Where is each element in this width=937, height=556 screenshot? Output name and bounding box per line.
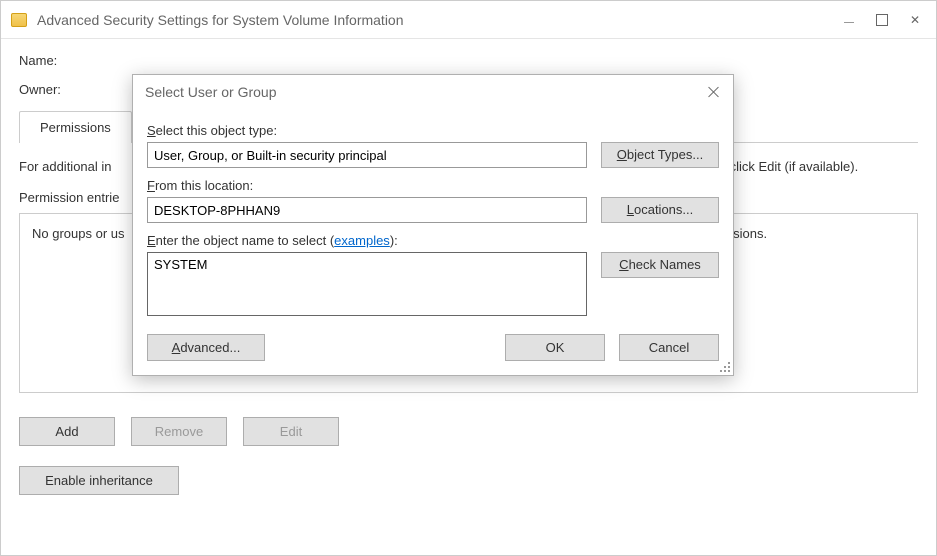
info-text-prefix: For additional in [19,159,112,174]
object-name-input[interactable] [147,252,587,316]
object-type-field[interactable] [147,142,587,168]
dialog-button-row: Advanced... OK Cancel [147,334,719,361]
resize-grip-icon[interactable] [718,360,730,372]
object-type-label-rest: elect this object type: [156,123,277,138]
dialog-titlebar[interactable]: Select User or Group [133,75,733,109]
dialog-close-button[interactable] [707,85,721,99]
folder-icon [11,13,27,27]
object-name-row: Check Names [147,252,719,316]
remove-button[interactable]: Remove [131,417,227,446]
examples-link[interactable]: examples [334,233,390,248]
name-label: Name: [19,53,129,68]
select-user-or-group-dialog: Select User or Group Select this object … [132,74,734,376]
tab-permissions[interactable]: Permissions [19,111,132,143]
object-types-button[interactable]: Object Types... [601,142,719,168]
location-field[interactable] [147,197,587,223]
location-label: From this location: [147,178,719,193]
parent-title: Advanced Security Settings for System Vo… [37,12,842,28]
location-row: Locations... [147,197,719,223]
object-type-label: Select this object type: [147,123,719,138]
enter-object-name-label: Enter the object name to select (example… [147,233,719,248]
permission-buttons-row: Add Remove Edit [19,417,918,446]
edit-button[interactable]: Edit [243,417,339,446]
minimize-button[interactable] [842,13,856,27]
parent-titlebar[interactable]: Advanced Security Settings for System Vo… [1,1,936,39]
ok-button[interactable]: OK [505,334,605,361]
locations-button[interactable]: Locations... [601,197,719,223]
enter-name-prefix: nter the object name to select [156,233,327,248]
add-button[interactable]: Add [19,417,115,446]
close-button[interactable] [908,13,922,27]
name-row: Name: [19,53,918,68]
enable-inheritance-button[interactable]: Enable inheritance [19,466,179,495]
cancel-button[interactable]: Cancel [619,334,719,361]
owner-label: Owner: [19,82,129,97]
dialog-title: Select User or Group [145,84,707,100]
maximize-button[interactable] [876,14,888,26]
dialog-body: Select this object type: Object Types...… [133,109,733,375]
perm-box-prefix: No groups or us [32,226,125,241]
window-controls [842,13,922,27]
location-label-rest: rom this location: [155,178,253,193]
advanced-button[interactable]: Advanced... [147,334,265,361]
object-type-row: Object Types... [147,142,719,168]
info-text-suffix: d click Edit (if available). [719,159,858,174]
check-names-button[interactable]: Check Names [601,252,719,278]
